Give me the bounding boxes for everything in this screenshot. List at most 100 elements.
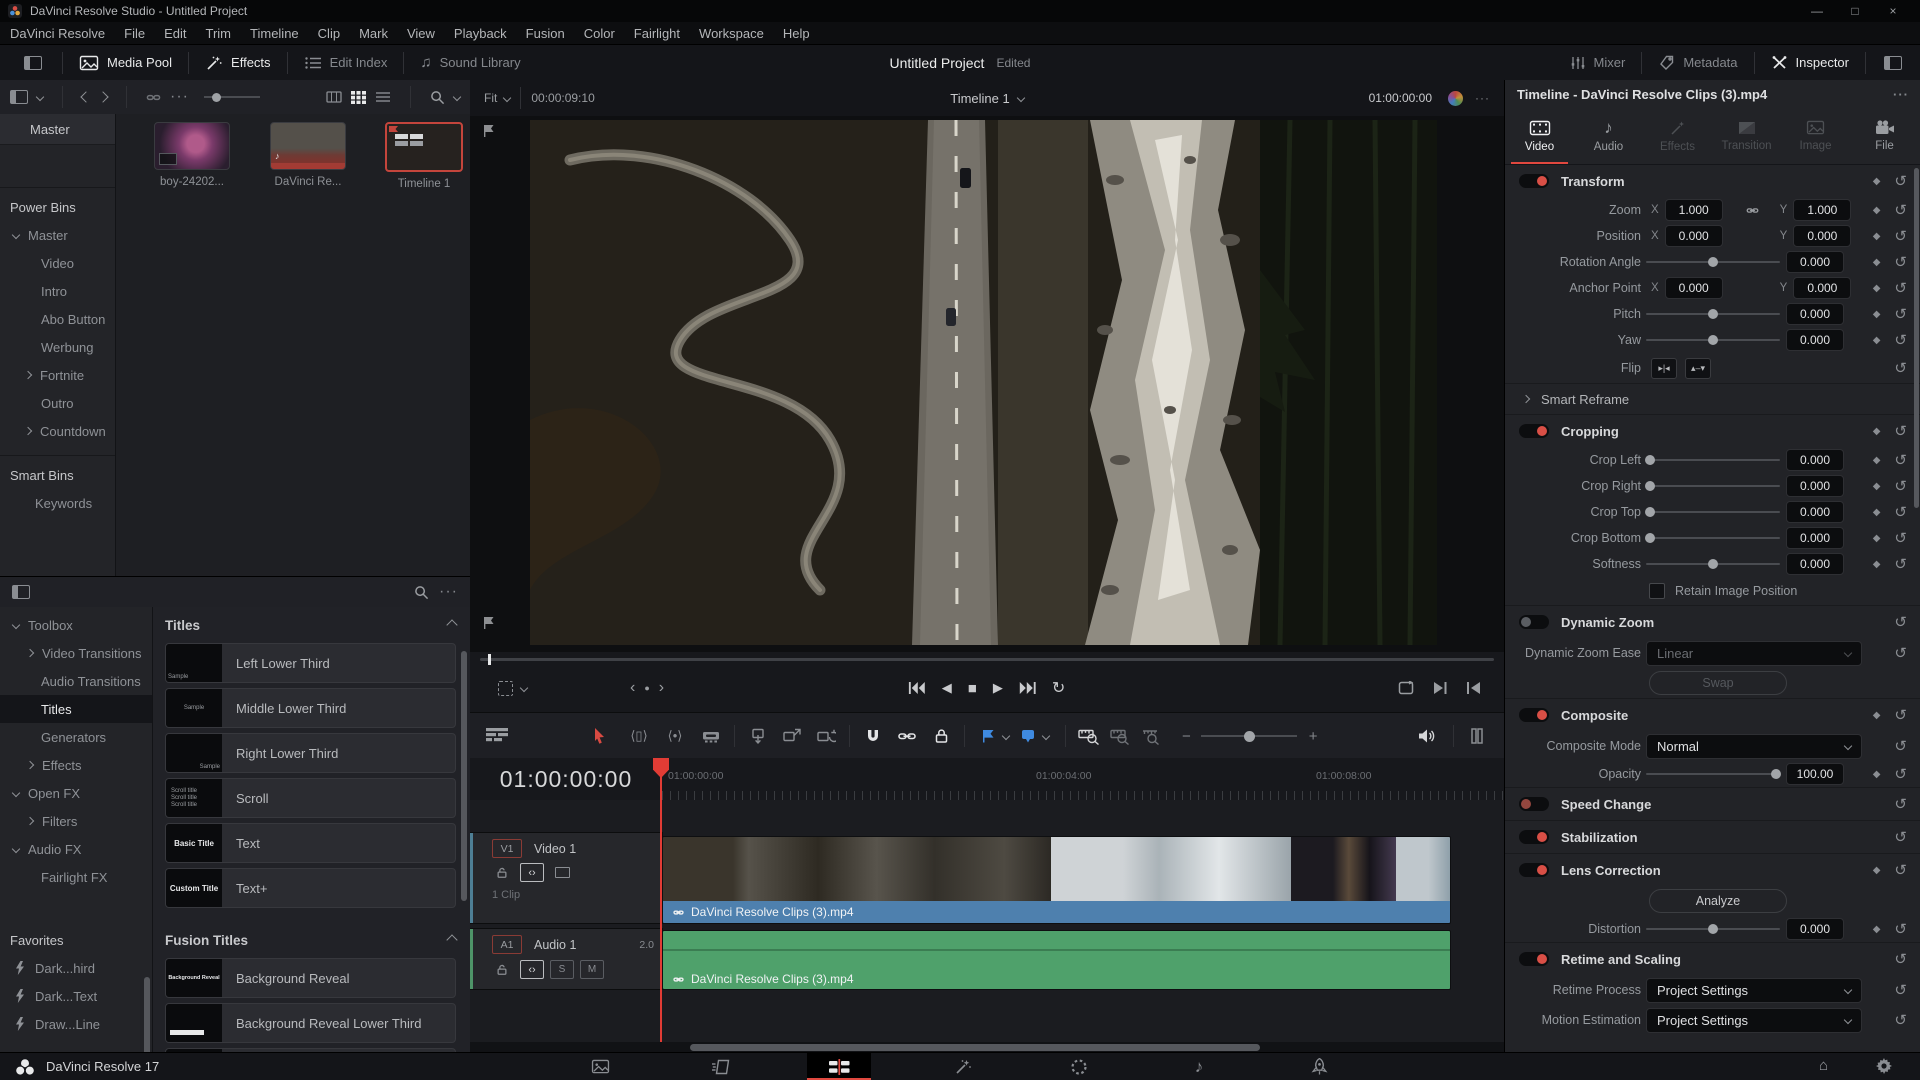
menu-clip[interactable]: Clip (318, 26, 340, 41)
page-cut[interactable] (688, 1053, 752, 1080)
dynamic-trim-mode-icon[interactable]: ⟨•⟩ (662, 722, 688, 750)
smart-reframe-row[interactable]: Smart Reframe (1505, 383, 1920, 414)
search-icon[interactable] (430, 90, 445, 105)
title-right-lower-third[interactable]: Sample Right Lower Third (165, 733, 456, 773)
replace-clip-icon[interactable] (813, 722, 839, 750)
hscrollbar-thumb[interactable] (690, 1044, 1260, 1051)
keyframe-icon[interactable]: ◆ (1873, 335, 1881, 346)
inspector-scrollbar[interactable] (1914, 168, 1919, 508)
back-icon[interactable] (80, 91, 92, 103)
flag-icon[interactable] (975, 722, 1001, 750)
keyframe-icon[interactable]: ◆ (1873, 283, 1881, 294)
fx-audio-fx[interactable]: Audio FX (0, 835, 152, 863)
marker-color-chevron-icon[interactable] (1041, 731, 1051, 741)
anchor-x-input[interactable]: 0.000 (1664, 277, 1723, 299)
go-to-end-icon[interactable] (1019, 682, 1036, 694)
softness-input[interactable]: 0.000 (1786, 553, 1844, 575)
power-bin-video[interactable]: Video (0, 249, 115, 277)
audio-monitor-icon[interactable] (1413, 722, 1439, 750)
video-track-destination[interactable]: V1 (492, 839, 522, 858)
menu-color[interactable]: Color (584, 26, 615, 41)
flip-vertical-button[interactable]: ▴–▾ (1685, 357, 1711, 379)
flip-horizontal-button[interactable]: ▸|◂ (1651, 357, 1677, 379)
favorite-dark-third[interactable]: Dark...hird (0, 954, 152, 982)
tab-audio[interactable]: ♪ Audio (1574, 108, 1643, 164)
reset-icon[interactable]: ↺ (1894, 361, 1907, 376)
match-frame-icon[interactable] (1434, 682, 1447, 694)
fx-audio-transitions[interactable]: Audio Transitions (0, 667, 152, 695)
crop-bottom-input[interactable]: 0.000 (1786, 527, 1844, 549)
viewer-flag-icon[interactable] (482, 124, 496, 138)
distortion-slider[interactable] (1646, 924, 1780, 934)
reset-icon[interactable]: ↺ (1894, 739, 1907, 754)
reset-icon[interactable]: ↺ (1894, 453, 1907, 468)
relink-icon[interactable] (146, 90, 161, 105)
step-back-icon[interactable]: ◀ (942, 680, 952, 696)
pitch-input[interactable]: 0.000 (1786, 303, 1844, 325)
search-icon[interactable] (414, 585, 429, 600)
media-pool-button[interactable]: Media Pool (79, 55, 172, 71)
crop-right-input[interactable]: 0.000 (1786, 475, 1844, 497)
reset-icon[interactable]: ↺ (1894, 229, 1907, 244)
page-edit[interactable] (807, 1053, 871, 1080)
thumb-size-slider[interactable] (203, 92, 260, 102)
reset-icon[interactable]: ↺ (1894, 708, 1907, 723)
fusion-title-background-reveal[interactable]: Background Reveal Background Reveal (165, 958, 456, 998)
inspector-button[interactable]: Inspector (1771, 55, 1849, 70)
crop-top-slider[interactable] (1645, 507, 1780, 517)
retime-scaling-toggle[interactable] (1519, 952, 1549, 966)
color-management-icon[interactable] (1448, 90, 1463, 106)
position-lock-icon[interactable] (928, 722, 954, 750)
zoom-full-extent-icon[interactable] (1076, 722, 1102, 750)
more-icon[interactable]: ··· (1893, 87, 1909, 102)
viewer-area[interactable] (470, 116, 1504, 652)
position-x-input[interactable]: 0.000 (1664, 225, 1723, 247)
more-icon[interactable]: ··· (1475, 91, 1490, 105)
favorite-dark-text[interactable]: Dark...Text (0, 982, 152, 1010)
list-view-icon[interactable] (375, 91, 391, 103)
power-bin-countdown[interactable]: Countdown (0, 417, 115, 445)
timeline-name[interactable]: Timeline 1 (950, 91, 1009, 106)
keyframe-icon[interactable]: ◆ (1873, 533, 1881, 544)
reset-icon[interactable]: ↺ (1894, 174, 1907, 189)
retain-image-position-checkbox[interactable] (1649, 583, 1665, 599)
linked-selection-icon[interactable] (894, 722, 920, 750)
fx-titles[interactable]: Titles (0, 695, 152, 723)
reset-icon[interactable]: ↺ (1894, 281, 1907, 296)
home-icon[interactable]: ⌂ (1819, 1057, 1828, 1074)
audio-track-header[interactable]: A1 Audio 1 2.0 ‹› S M (470, 928, 663, 990)
timeline-zoom-slider[interactable] (1200, 730, 1297, 742)
opacity-slider[interactable] (1646, 769, 1781, 779)
menu-edit[interactable]: Edit (164, 26, 186, 41)
fx-effects[interactable]: Effects (0, 751, 152, 779)
page-color[interactable] (1047, 1053, 1111, 1080)
title-scroll[interactable]: Scroll title Scroll title Scroll title Scr… (165, 778, 456, 818)
dual-screen-icon[interactable] (24, 55, 42, 70)
crop-left-input[interactable]: 0.000 (1786, 449, 1844, 471)
media-clip-timeline-1[interactable]: Timeline 1 (378, 122, 470, 190)
page-fairlight[interactable]: ♪ (1167, 1053, 1231, 1080)
keyframe-icon[interactable]: ◆ (1873, 710, 1881, 721)
timeline-video-clip[interactable]: DaVinci Resolve Clips (3).mp4 (662, 836, 1451, 924)
reset-icon[interactable]: ↺ (1894, 333, 1907, 348)
keyframe-icon[interactable]: ◆ (1873, 455, 1881, 466)
match-frame-reverse-icon[interactable] (1467, 682, 1480, 694)
reset-icon[interactable]: ↺ (1894, 646, 1907, 661)
crop-top-input[interactable]: 0.000 (1786, 501, 1844, 523)
composite-mode-select[interactable]: Normal (1646, 733, 1862, 759)
retime-process-select[interactable]: Project Settings (1646, 977, 1862, 1003)
snapping-icon[interactable] (860, 722, 886, 750)
zoom-y-input[interactable]: 1.000 (1793, 199, 1852, 221)
chevron-down-icon[interactable] (503, 93, 512, 103)
rotation-slider[interactable] (1646, 257, 1780, 267)
reset-icon[interactable]: ↺ (1894, 983, 1907, 998)
loop-icon[interactable]: ↻ (1052, 678, 1065, 698)
rotation-input[interactable]: 0.000 (1786, 251, 1844, 273)
reset-icon[interactable]: ↺ (1894, 255, 1907, 270)
bin-list-toggle-icon[interactable] (10, 90, 28, 104)
zoom-custom-icon[interactable] (1140, 722, 1166, 750)
softness-slider[interactable] (1646, 559, 1780, 569)
power-bin-outro[interactable]: Outro (0, 389, 115, 417)
fx-filters[interactable]: Filters (0, 807, 152, 835)
fx-fairlight-fx[interactable]: Fairlight FX (0, 863, 152, 891)
